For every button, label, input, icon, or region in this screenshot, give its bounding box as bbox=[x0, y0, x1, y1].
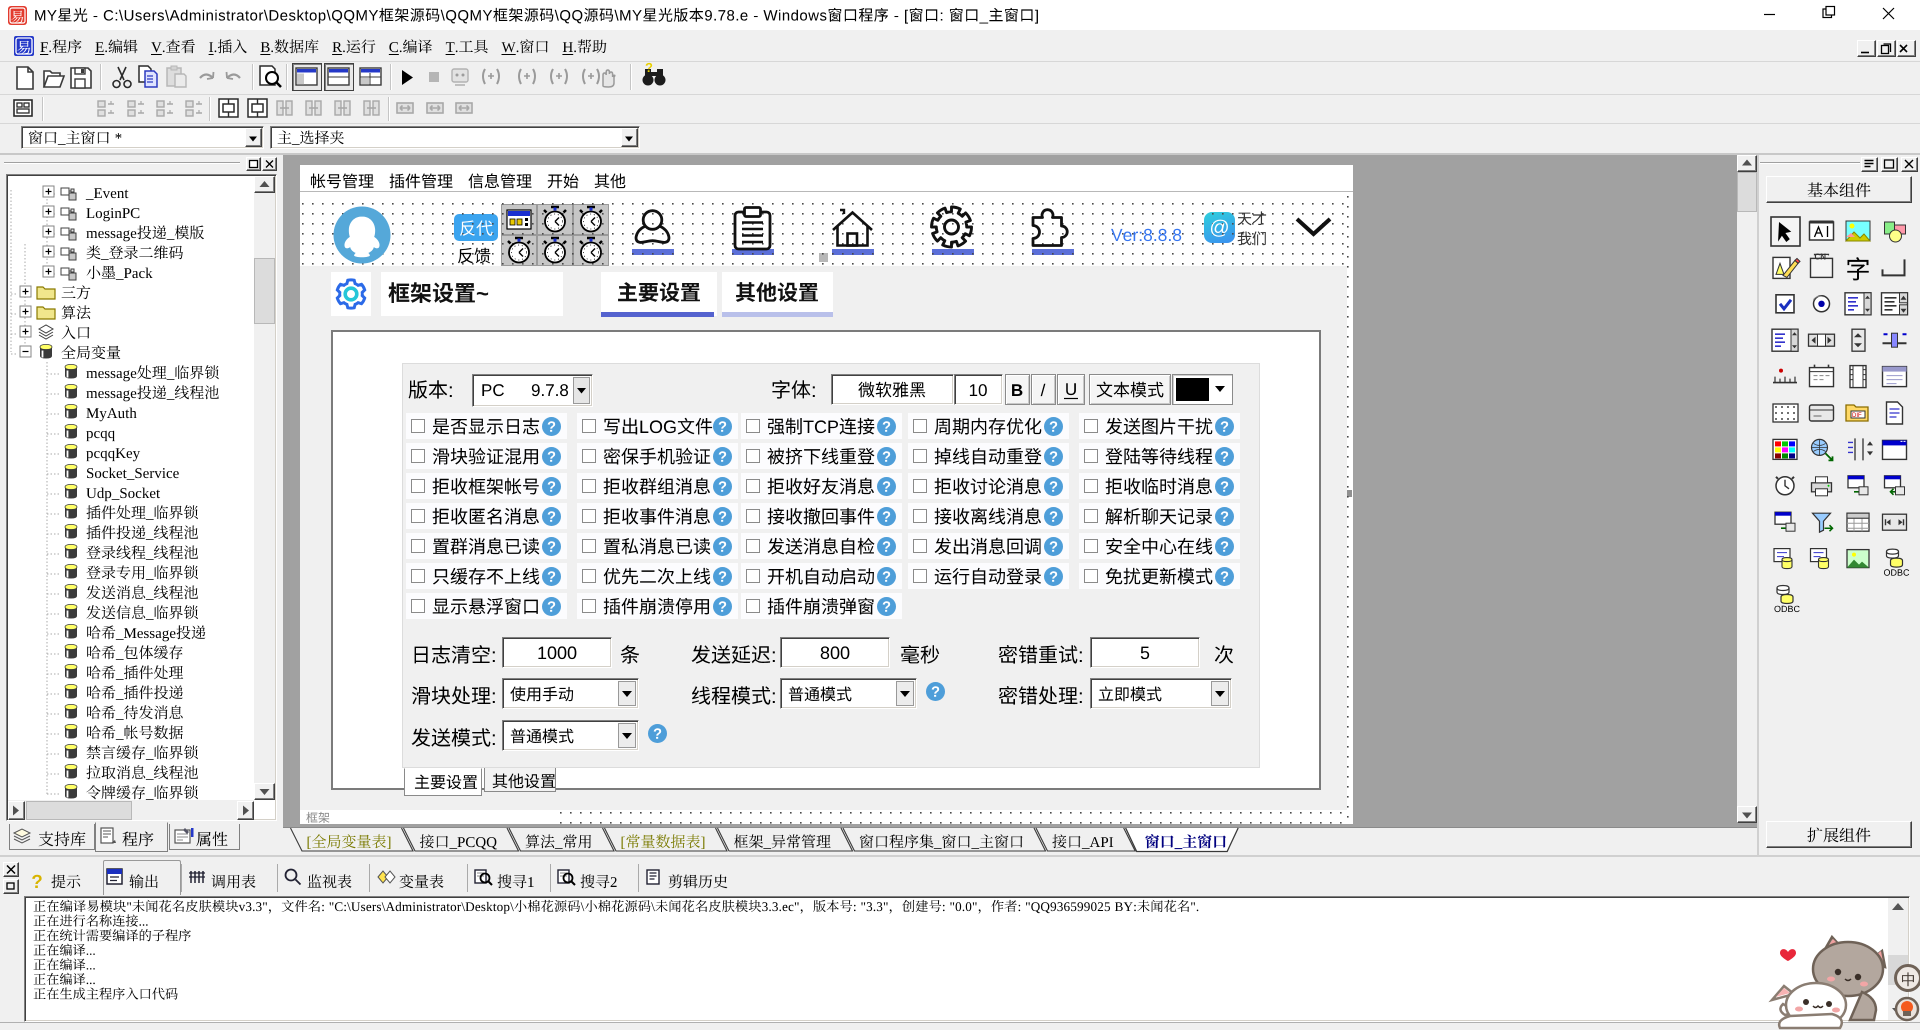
svg-text:CN: CN bbox=[1815, 252, 1827, 261]
svg-text:DIF: DIF bbox=[1852, 413, 1862, 419]
